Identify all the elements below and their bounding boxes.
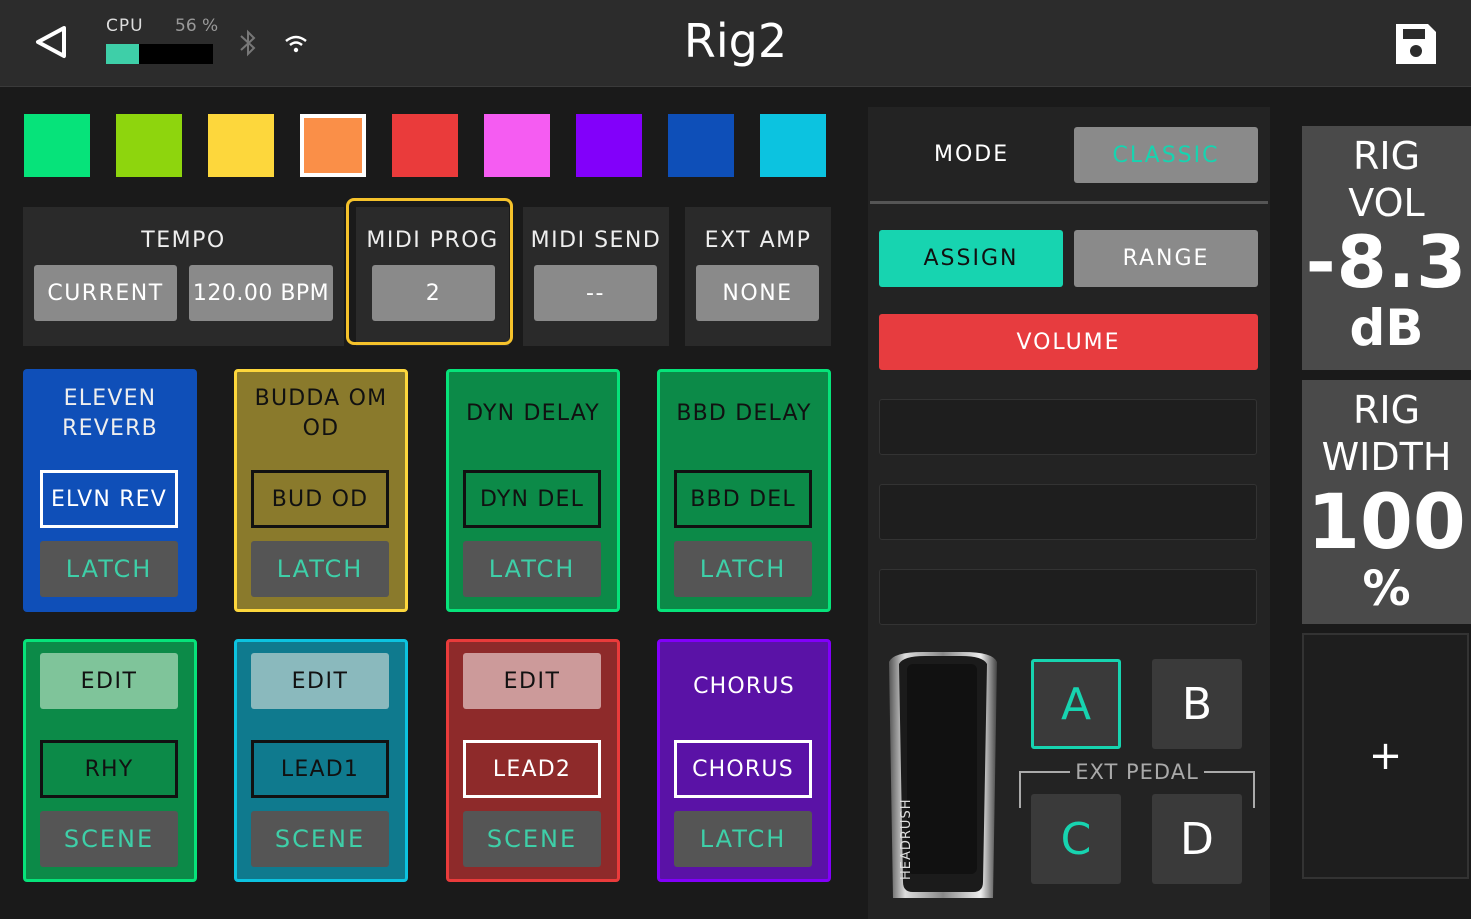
- footswitch-dyn-delay[interactable]: DYN DELAY DYN DEL LATCH: [446, 369, 620, 612]
- footswitch-tag[interactable]: DYN DEL: [463, 470, 601, 528]
- top-bar: CPU 56 % Rig2: [0, 0, 1471, 87]
- footswitch-name: ELEVEN REVERB: [62, 386, 158, 441]
- footswitch-eleven-reverb[interactable]: ELEVEN REVERB ELVN REV LATCH: [23, 369, 197, 612]
- tempo-mode-button[interactable]: CURRENT: [34, 265, 177, 321]
- rig-width-value: 100: [1307, 477, 1466, 566]
- edit-button[interactable]: EDIT: [40, 653, 178, 709]
- edit-button[interactable]: EDIT: [251, 653, 389, 709]
- color-swatch-6[interactable]: [484, 114, 550, 177]
- scene-rhy[interactable]: EDIT RHY SCENE: [23, 639, 197, 882]
- mode-label: MODE: [934, 142, 1010, 167]
- pedal-brand-label: HEADRUSH: [899, 798, 914, 880]
- mode-classic-button[interactable]: CLASSIC: [1074, 127, 1258, 183]
- footswitch-tag[interactable]: BUD OD: [251, 470, 389, 528]
- rig-vol-label-1: RIG: [1352, 134, 1421, 178]
- volume-assignment[interactable]: VOLUME: [879, 314, 1258, 370]
- rig-width-control[interactable]: RIG WIDTH 100 %: [1302, 380, 1471, 624]
- pedal-switch-c[interactable]: C: [1031, 794, 1121, 884]
- scene-mode[interactable]: SCENE: [463, 811, 601, 867]
- scene-mode[interactable]: SCENE: [40, 811, 178, 867]
- rig-width-label-2: WIDTH: [1321, 435, 1452, 479]
- footswitch-bbd-delay[interactable]: BBD DELAY BBD DEL LATCH: [657, 369, 831, 612]
- ext-pedal-label: EXT PEDAL: [1075, 760, 1199, 784]
- pedal-switch-d[interactable]: D: [1152, 794, 1242, 884]
- footswitch-tag[interactable]: BBD DEL: [674, 470, 812, 528]
- midi-send-button[interactable]: --: [534, 265, 657, 321]
- rig-width-label-1: RIG: [1352, 388, 1421, 432]
- rig-vol-value: -8.3: [1305, 220, 1468, 304]
- ext-amp-group: EXT AMP NONE: [685, 207, 831, 346]
- footswitch-mode[interactable]: LATCH: [463, 541, 601, 597]
- scene-tag[interactable]: LEAD2: [463, 740, 601, 798]
- color-swatch-2[interactable]: [116, 114, 182, 177]
- footswitch-name: CHORUS: [693, 674, 795, 699]
- panel-divider: [870, 201, 1268, 204]
- color-swatch-8[interactable]: [668, 114, 734, 177]
- save-icon[interactable]: [1392, 20, 1440, 68]
- footswitch-name: DYN DELAY: [466, 401, 600, 426]
- rig-width-unit: %: [1362, 561, 1411, 617]
- footswitch-mode[interactable]: LATCH: [674, 811, 812, 867]
- assignment-slot-2[interactable]: [879, 399, 1257, 455]
- assignment-slot-3[interactable]: [879, 484, 1257, 540]
- scene-tag[interactable]: LEAD1: [251, 740, 389, 798]
- color-swatch-1[interactable]: [24, 114, 90, 177]
- scene-lead1[interactable]: EDIT LEAD1 SCENE: [234, 639, 408, 882]
- assignment-slot-4[interactable]: [879, 569, 1257, 625]
- footswitch-tag[interactable]: CHORUS: [674, 740, 812, 798]
- selection-highlight: [346, 198, 513, 345]
- footswitch-name: BBD DELAY: [676, 401, 812, 426]
- tempo-group: TEMPO CURRENT 120.00 BPM: [23, 207, 344, 346]
- tempo-label: TEMPO: [141, 228, 226, 253]
- color-swatch-5[interactable]: [392, 114, 458, 177]
- rig-vol-unit: dB: [1349, 299, 1424, 357]
- tempo-value-button[interactable]: 120.00 BPM: [189, 265, 333, 321]
- scene-tag[interactable]: RHY: [40, 740, 178, 798]
- footswitch-chorus[interactable]: CHORUS CHORUS LATCH: [657, 639, 831, 882]
- color-swatch-7[interactable]: [576, 114, 642, 177]
- rig-volume-control[interactable]: RIG VOL -8.3 dB: [1302, 126, 1471, 370]
- ext-amp-label: EXT AMP: [704, 228, 812, 253]
- assign-button[interactable]: ASSIGN: [879, 230, 1063, 287]
- pedal-switch-a[interactable]: A: [1031, 659, 1121, 749]
- color-swatch-4[interactable]: [300, 114, 366, 177]
- color-swatch-3[interactable]: [208, 114, 274, 177]
- scene-mode[interactable]: SCENE: [251, 811, 389, 867]
- color-swatch-9[interactable]: [760, 114, 826, 177]
- add-control-button[interactable]: +: [1302, 633, 1469, 879]
- range-button[interactable]: RANGE: [1074, 230, 1258, 287]
- edit-button[interactable]: EDIT: [463, 653, 601, 709]
- footswitch-tag[interactable]: ELVN REV: [40, 470, 178, 528]
- expression-pedal[interactable]: HEADRUSH: [883, 652, 1001, 900]
- midi-send-group: MIDI SEND --: [523, 207, 669, 346]
- pedal-brand-label-wrap: HEADRUSH: [895, 799, 925, 884]
- scene-lead2[interactable]: EDIT LEAD2 SCENE: [446, 639, 620, 882]
- footswitch-name: BUDDA OM OD: [254, 386, 388, 441]
- footswitch-budda-om-od[interactable]: BUDDA OM OD BUD OD LATCH: [234, 369, 408, 612]
- footswitch-mode[interactable]: LATCH: [674, 541, 812, 597]
- ext-amp-button[interactable]: NONE: [696, 265, 819, 321]
- footswitch-mode[interactable]: LATCH: [40, 541, 178, 597]
- footswitch-mode[interactable]: LATCH: [251, 541, 389, 597]
- pedal-switch-b[interactable]: B: [1152, 659, 1242, 749]
- midi-send-label: MIDI SEND: [530, 228, 662, 253]
- rig-title[interactable]: Rig2: [0, 14, 1471, 68]
